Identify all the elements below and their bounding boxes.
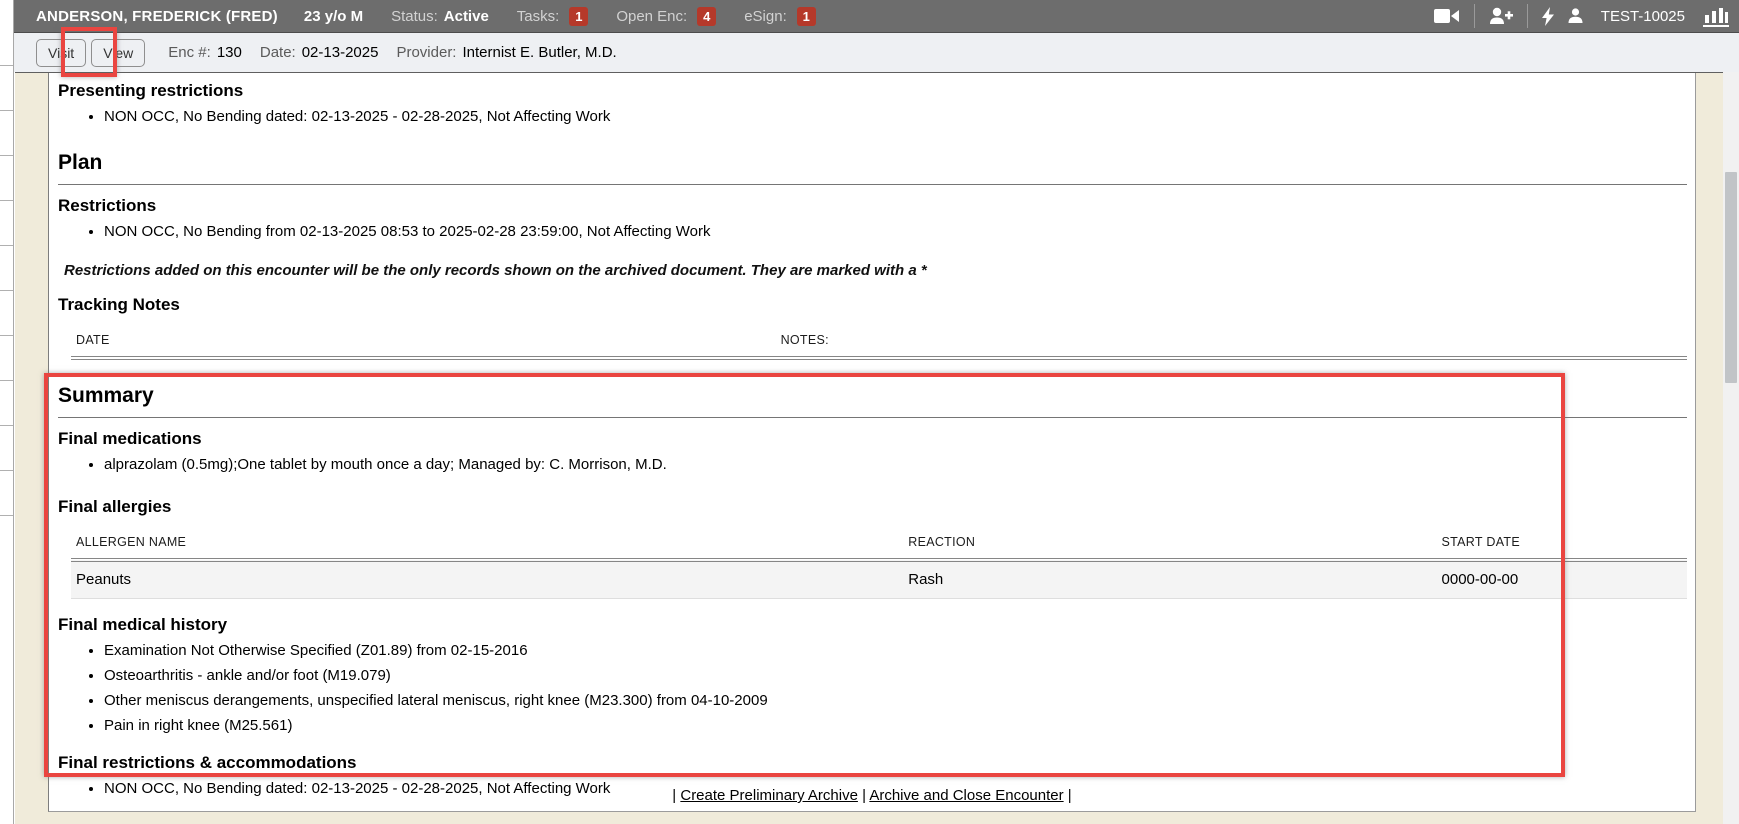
user-id[interactable]: TEST-10025 [1601,8,1685,25]
presenting-restrictions-list: NON OCC, No Bending dated: 02-13-2025 - … [49,106,1695,127]
encounter-document-panel: Presenting restrictions NON OCC, No Bend… [48,73,1696,812]
tasks-count-badge[interactable]: 1 [569,7,588,26]
column-header-notes: NOTES: [776,327,1687,358]
final-medical-history-list: Examination Not Otherwise Specified (Z01… [49,640,1695,736]
add-user-icon[interactable] [1489,7,1513,25]
section-divider [58,417,1687,418]
list-item: Osteoarthritis - ankle and/or foot (M19.… [104,665,1695,686]
reports-chart-icon[interactable] [1703,6,1729,27]
tasks-label: Tasks: [517,8,560,25]
provider-value: Internist E. Butler, M.D. [462,44,616,61]
list-item: Other meniscus derangements, unspecified… [104,690,1695,711]
esign-count-badge[interactable]: 1 [797,7,816,26]
enc-number-value: 130 [217,44,242,61]
date-label: Date: [260,44,296,61]
enc-number-label: Enc #: [168,44,211,61]
patient-age-sex: 23 y/o M [304,8,363,25]
archive-links: | Create Preliminary Archive | Archive a… [49,787,1695,804]
allergen-name-cell: Peanuts [71,560,903,599]
list-item: Pain in right knee (M25.561) [104,715,1695,736]
date-value: 02-13-2025 [302,44,379,61]
divider [1474,4,1475,28]
application-window: ANDERSON, FREDERICK (FRED) 23 y/o M Stat… [0,0,1739,824]
header-actions: TEST-10025 [1434,4,1729,28]
list-item: alprazolam (0.5mg);One tablet by mouth o… [104,454,1695,475]
summary-heading: Summary [58,384,1695,408]
list-item: Examination Not Otherwise Specified (Z01… [104,640,1695,661]
status-value: Active [444,8,489,25]
final-restrictions-heading: Final restrictions & accommodations [58,753,1695,773]
column-header-date: DATE [71,327,776,358]
left-rail-cells [0,21,13,516]
list-item: NON OCC, No Bending dated: 02-13-2025 - … [104,106,1695,127]
final-allergies-heading: Final allergies [58,497,1695,517]
scrollbar-thumb[interactable] [1725,172,1737,383]
flash-icon[interactable] [1542,7,1554,26]
provider-label: Provider: [396,44,456,61]
status-label: Status: [391,8,438,25]
allergies-table: ALLERGEN NAME REACTION START DATE Peanut… [71,529,1687,599]
open-enc-label: Open Enc: [616,8,687,25]
column-header-reaction: REACTION [903,529,1436,560]
column-header-start-date: START DATE [1437,529,1687,560]
final-medical-history-heading: Final medical history [58,615,1695,635]
restrictions-heading: Restrictions [58,196,1695,216]
esign-label: eSign: [744,8,787,25]
start-date-cell: 0000-00-00 [1437,560,1687,599]
restrictions-note: Restrictions added on this encounter wil… [64,262,1695,279]
tracking-notes-table: DATE NOTES: [71,327,1687,360]
final-medications-list: alprazolam (0.5mg);One tablet by mouth o… [49,454,1695,475]
plan-heading: Plan [58,151,1695,175]
column-header-allergen-name: ALLERGEN NAME [71,529,903,560]
tab-visit[interactable]: Visit [36,39,86,67]
video-camera-icon[interactable] [1434,7,1460,25]
tracking-notes-heading: Tracking Notes [58,295,1695,315]
create-preliminary-archive-link[interactable]: Create Preliminary Archive [680,787,858,804]
section-divider [58,184,1687,185]
user-icon [1568,8,1583,24]
reaction-cell: Rash [903,560,1436,599]
presenting-restrictions-heading: Presenting restrictions [58,81,1695,101]
pipe-separator: | [1068,787,1072,804]
list-item: NON OCC, No Bending from 02-13-2025 08:5… [104,221,1695,242]
table-row: Peanuts Rash 0000-00-00 [71,560,1687,599]
left-background-rail [0,0,14,824]
restrictions-list: NON OCC, No Bending from 02-13-2025 08:5… [49,221,1695,242]
patient-header-bar: ANDERSON, FREDERICK (FRED) 23 y/o M Stat… [14,0,1739,33]
divider [1527,4,1528,28]
pipe-separator: | [862,787,866,804]
patient-name: ANDERSON, FREDERICK (FRED) [36,8,278,25]
pipe-separator: | [672,787,676,804]
final-medications-heading: Final medications [58,429,1695,449]
archive-and-close-encounter-link[interactable]: Archive and Close Encounter [869,787,1063,804]
tab-view[interactable]: View [91,39,145,67]
vertical-scrollbar[interactable] [1723,72,1739,824]
open-enc-count-badge[interactable]: 4 [697,7,716,26]
encounter-toolbar: Visit View Enc #: 130 Date: 02-13-2025 P… [14,33,1739,72]
